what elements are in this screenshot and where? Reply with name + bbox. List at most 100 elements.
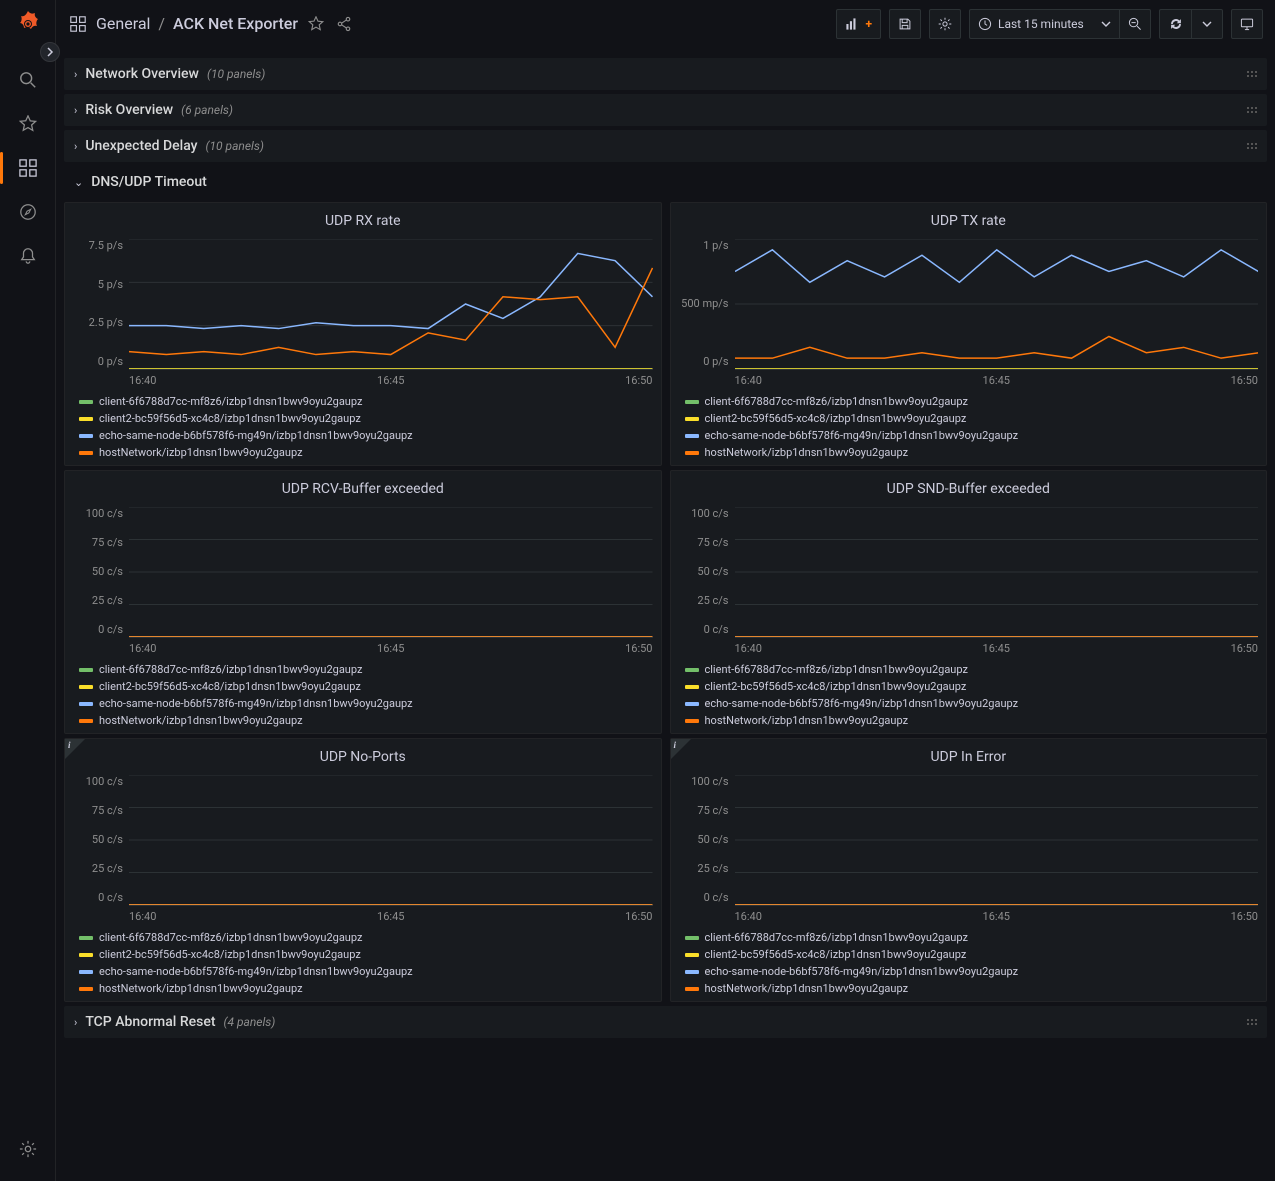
- legend-item[interactable]: client-6f6788d7cc-mf8z6/izbp1dnsn1bwv9oy…: [79, 393, 653, 410]
- legend-swatch: [79, 668, 93, 672]
- panel-udp-no-ports[interactable]: i UDP No-Ports 0 c/s25 c/s50 c/s75 c/s10…: [64, 738, 662, 1002]
- legend-item[interactable]: client2-bc59f56d5-xc4c8/izbp1dnsn1bwv9oy…: [79, 410, 653, 427]
- panel-title: UDP TX rate: [679, 209, 1259, 239]
- legend-item[interactable]: echo-same-node-b6bf578f6-mg49n/izbp1dnsn…: [79, 963, 653, 980]
- row-meta: (4 panels): [224, 1015, 276, 1029]
- legend-item[interactable]: client-6f6788d7cc-mf8z6/izbp1dnsn1bwv9oy…: [79, 661, 653, 678]
- chart-plot: [735, 239, 1259, 370]
- drag-handle-icon[interactable]: [1247, 1019, 1257, 1025]
- sidebar-item-starred[interactable]: [8, 104, 48, 144]
- legend-label: echo-same-node-b6bf578f6-mg49n/izbp1dnsn…: [99, 429, 413, 442]
- legend-item[interactable]: client-6f6788d7cc-mf8z6/izbp1dnsn1bwv9oy…: [685, 661, 1259, 678]
- time-range-picker[interactable]: Last 15 minutes: [969, 9, 1119, 39]
- panel-title: UDP In Error: [679, 745, 1259, 775]
- legend-item[interactable]: client2-bc59f56d5-xc4c8/izbp1dnsn1bwv9oy…: [79, 946, 653, 963]
- sidebar-item-configuration[interactable]: [8, 1129, 48, 1169]
- legend-item[interactable]: client-6f6788d7cc-mf8z6/izbp1dnsn1bwv9oy…: [685, 393, 1259, 410]
- legend-label: client2-bc59f56d5-xc4c8/izbp1dnsn1bwv9oy…: [705, 948, 967, 961]
- drag-handle-icon[interactable]: [1247, 143, 1257, 149]
- row-meta: (10 panels): [207, 67, 265, 81]
- legend-swatch: [685, 685, 699, 689]
- row-dns-udp-timeout[interactable]: ⌄ DNS/UDP Timeout: [64, 166, 1267, 198]
- legend-item[interactable]: hostNetwork/izbp1dnsn1bwv9oyu2gaupz: [685, 444, 1259, 461]
- dashboard-settings-button[interactable]: [929, 9, 961, 39]
- legend-item[interactable]: echo-same-node-b6bf578f6-mg49n/izbp1dnsn…: [685, 695, 1259, 712]
- drag-handle-icon[interactable]: [1247, 107, 1257, 113]
- row-title: Network Overview: [85, 66, 199, 82]
- drag-handle-icon[interactable]: [1247, 71, 1257, 77]
- refresh-icon: [1169, 17, 1183, 31]
- legend-item[interactable]: hostNetwork/izbp1dnsn1bwv9oyu2gaupz: [79, 712, 653, 729]
- breadcrumb-apps-icon[interactable]: [68, 14, 88, 34]
- panel-udp-rcv-buffer-exceeded[interactable]: UDP RCV-Buffer exceeded 0 c/s25 c/s50 c/…: [64, 470, 662, 734]
- grafana-logo[interactable]: [12, 8, 44, 40]
- x-axis: 16:4016:4516:50: [735, 370, 1259, 389]
- add-panel-button[interactable]: +: [836, 9, 881, 39]
- star-dashboard-button[interactable]: [306, 14, 326, 34]
- legend-item[interactable]: hostNetwork/izbp1dnsn1bwv9oyu2gaupz: [79, 980, 653, 997]
- legend: client-6f6788d7cc-mf8z6/izbp1dnsn1bwv9oy…: [73, 657, 653, 729]
- legend-label: hostNetwork/izbp1dnsn1bwv9oyu2gaupz: [99, 446, 303, 459]
- zoom-out-icon: [1128, 17, 1142, 31]
- chart-plot: [735, 775, 1259, 906]
- legend-item[interactable]: client2-bc59f56d5-xc4c8/izbp1dnsn1bwv9oy…: [685, 946, 1259, 963]
- cycle-view-button[interactable]: [1231, 9, 1263, 39]
- legend-label: hostNetwork/izbp1dnsn1bwv9oyu2gaupz: [705, 982, 909, 995]
- refresh-button[interactable]: [1159, 9, 1191, 39]
- panel-udp-tx-rate[interactable]: UDP TX rate 0 p/s500 mp/s1 p/s 16:4016:4…: [670, 202, 1268, 466]
- legend-label: client2-bc59f56d5-xc4c8/izbp1dnsn1bwv9oy…: [705, 412, 967, 425]
- legend-item[interactable]: client-6f6788d7cc-mf8z6/izbp1dnsn1bwv9oy…: [79, 929, 653, 946]
- row-risk-overview[interactable]: › Risk Overview (6 panels): [64, 94, 1267, 126]
- sidebar-item-search[interactable]: [8, 60, 48, 100]
- save-dashboard-button[interactable]: [889, 9, 921, 39]
- panel-udp-snd-buffer-exceeded[interactable]: UDP SND-Buffer exceeded 0 c/s25 c/s50 c/…: [670, 470, 1268, 734]
- legend-item[interactable]: echo-same-node-b6bf578f6-mg49n/izbp1dnsn…: [685, 963, 1259, 980]
- sidebar-item-explore[interactable]: [8, 192, 48, 232]
- sidebar-item-alerting[interactable]: [8, 236, 48, 276]
- legend-item[interactable]: client-6f6788d7cc-mf8z6/izbp1dnsn1bwv9oy…: [685, 929, 1259, 946]
- share-dashboard-button[interactable]: [334, 14, 354, 34]
- zoom-out-button[interactable]: [1119, 9, 1151, 39]
- legend-swatch: [79, 685, 93, 689]
- sidebar-item-dashboards[interactable]: [8, 148, 48, 188]
- legend-item[interactable]: echo-same-node-b6bf578f6-mg49n/izbp1dnsn…: [685, 427, 1259, 444]
- legend: client-6f6788d7cc-mf8z6/izbp1dnsn1bwv9oy…: [679, 925, 1259, 997]
- sidebar-expand-toggle[interactable]: [40, 42, 60, 62]
- y-axis: 0 p/s500 mp/s1 p/s: [679, 239, 735, 370]
- x-axis: 16:4016:4516:50: [129, 370, 653, 389]
- row-unexpected-delay[interactable]: › Unexpected Delay (10 panels): [64, 130, 1267, 162]
- chevron-right-icon: ›: [74, 68, 77, 81]
- legend-item[interactable]: client2-bc59f56d5-xc4c8/izbp1dnsn1bwv9oy…: [685, 410, 1259, 427]
- chevron-right-icon: ›: [74, 104, 77, 117]
- x-axis: 16:4016:4516:50: [129, 638, 653, 657]
- legend: client-6f6788d7cc-mf8z6/izbp1dnsn1bwv9oy…: [73, 925, 653, 997]
- legend-item[interactable]: echo-same-node-b6bf578f6-mg49n/izbp1dnsn…: [79, 427, 653, 444]
- breadcrumb-folder[interactable]: General: [96, 14, 150, 33]
- plus-icon: +: [865, 17, 872, 31]
- legend-item[interactable]: hostNetwork/izbp1dnsn1bwv9oyu2gaupz: [685, 980, 1259, 997]
- legend-item[interactable]: hostNetwork/izbp1dnsn1bwv9oyu2gaupz: [79, 444, 653, 461]
- panel-udp-rx-rate[interactable]: UDP RX rate 0 p/s2.5 p/s5 p/s7.5 p/s 16:…: [64, 202, 662, 466]
- legend-label: hostNetwork/izbp1dnsn1bwv9oyu2gaupz: [705, 714, 909, 727]
- row-network-overview[interactable]: › Network Overview (10 panels): [64, 58, 1267, 90]
- chevron-down-icon: [1101, 19, 1111, 29]
- legend-label: echo-same-node-b6bf578f6-mg49n/izbp1dnsn…: [99, 697, 413, 710]
- panel-title: UDP SND-Buffer exceeded: [679, 477, 1259, 507]
- legend-swatch: [79, 702, 93, 706]
- row-tcp-abnormal-reset[interactable]: › TCP Abnormal Reset (4 panels): [64, 1006, 1267, 1038]
- monitor-icon: [1240, 17, 1254, 31]
- legend-item[interactable]: echo-same-node-b6bf578f6-mg49n/izbp1dnsn…: [79, 695, 653, 712]
- row-title: Risk Overview: [85, 102, 173, 118]
- x-axis: 16:4016:4516:50: [129, 906, 653, 925]
- search-icon: [19, 71, 37, 89]
- topbar: General / ACK Net Exporter + Last 15 min…: [56, 0, 1275, 48]
- chevron-right-icon: ›: [74, 1016, 77, 1029]
- legend-item[interactable]: client2-bc59f56d5-xc4c8/izbp1dnsn1bwv9oy…: [79, 678, 653, 695]
- legend: client-6f6788d7cc-mf8z6/izbp1dnsn1bwv9oy…: [73, 389, 653, 461]
- page-title[interactable]: ACK Net Exporter: [173, 14, 298, 33]
- refresh-interval-picker[interactable]: [1191, 9, 1223, 39]
- legend-swatch: [685, 987, 699, 991]
- legend-item[interactable]: hostNetwork/izbp1dnsn1bwv9oyu2gaupz: [685, 712, 1259, 729]
- legend-item[interactable]: client2-bc59f56d5-xc4c8/izbp1dnsn1bwv9oy…: [685, 678, 1259, 695]
- panel-udp-in-error[interactable]: i UDP In Error 0 c/s25 c/s50 c/s75 c/s10…: [670, 738, 1268, 1002]
